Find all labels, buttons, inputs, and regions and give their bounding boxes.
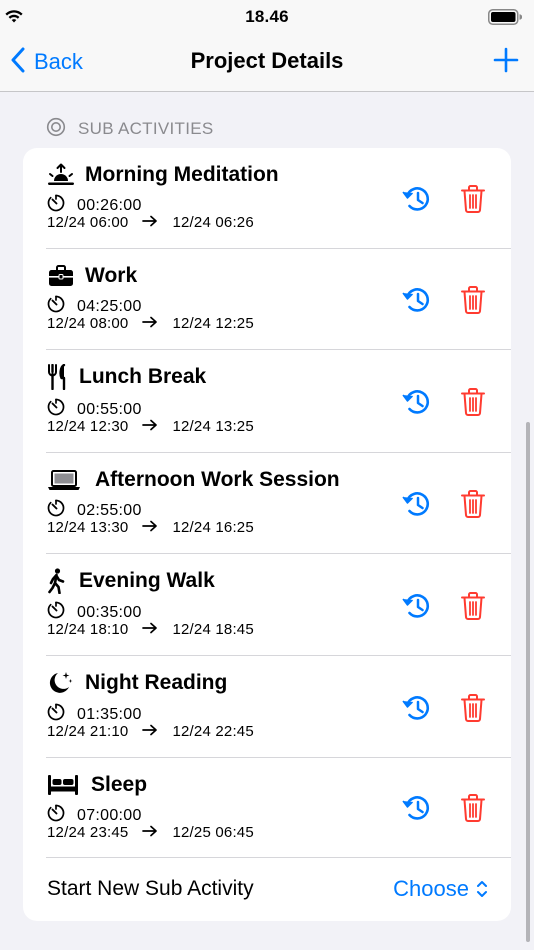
- plus-icon: [492, 47, 520, 78]
- section-title: SUB ACTIVITIES: [78, 119, 214, 138]
- battery-icon: [488, 9, 523, 30]
- clock-history-icon: [402, 390, 430, 414]
- activity-name: Morning Meditation: [85, 163, 279, 186]
- choose-picker[interactable]: Choose: [393, 876, 489, 902]
- moon-stars-icon: [47, 670, 77, 696]
- clock-history-icon: [402, 187, 430, 211]
- activity-duration: 02:55:00: [77, 501, 142, 519]
- activity-duration: 07:00:00: [77, 806, 142, 824]
- trash-icon: [461, 490, 485, 518]
- end-time: 12/24 22:45: [172, 723, 254, 740]
- activity-name: Work: [85, 264, 138, 287]
- restart-history-button[interactable]: [401, 592, 431, 625]
- end-time: 12/24 18:45: [172, 621, 254, 638]
- end-time: 12/24 12:25: [172, 315, 254, 332]
- sunrise-icon: [47, 162, 77, 188]
- chevron-up-down-icon: [477, 881, 487, 897]
- delete-button[interactable]: [460, 793, 486, 828]
- status-bar: 18.46: [0, 0, 534, 34]
- laptop-icon: [47, 467, 83, 493]
- activity-duration: 00:35:00: [77, 603, 142, 621]
- restart-history-button[interactable]: [401, 286, 431, 319]
- delete-button[interactable]: [460, 591, 486, 626]
- sub-activities-list: Morning Meditation 00:26:00 12/24 06:00 …: [23, 148, 511, 921]
- end-time: 12/24 16:25: [172, 519, 254, 536]
- delete-button[interactable]: [460, 184, 486, 219]
- end-time: 12/24 06:26: [172, 214, 254, 231]
- list-item: Work 04:25:00 12/24 08:00 12/24 12:25: [23, 249, 511, 350]
- arrow-right-icon: [142, 824, 158, 841]
- activity-duration: 04:25:00: [77, 297, 142, 315]
- arrow-right-icon: [142, 723, 158, 740]
- add-button[interactable]: [492, 46, 520, 79]
- start-time: 12/24 23:45: [47, 824, 129, 841]
- navigation-bar: Back Project Details: [0, 34, 534, 92]
- trash-icon: [461, 185, 485, 213]
- delete-button[interactable]: [460, 693, 486, 728]
- clock-history-icon: [402, 594, 430, 618]
- clock-history-icon: [402, 492, 430, 516]
- delete-button[interactable]: [460, 285, 486, 320]
- start-time: 12/24 06:00: [47, 214, 129, 231]
- target-circle-icon: [46, 117, 66, 142]
- list-item: Night Reading 01:35:00 12/24 21:10 12/24…: [23, 656, 511, 758]
- arrow-right-icon: [142, 418, 158, 435]
- list-item: Lunch Break 00:55:00 12/24 12:30 12/24 1…: [23, 350, 511, 453]
- trash-icon: [461, 694, 485, 722]
- scroll-indicator[interactable]: [526, 422, 530, 942]
- bed-icon: [47, 772, 81, 798]
- activity-duration: 00:55:00: [77, 400, 142, 418]
- restart-history-button[interactable]: [401, 185, 431, 218]
- start-new-sub-activity-label: Start New Sub Activity: [47, 877, 254, 900]
- arrow-right-icon: [142, 621, 158, 638]
- start-time: 12/24 21:10: [47, 723, 129, 740]
- walking-person-icon: [47, 568, 69, 594]
- activity-name: Afternoon Work Session: [95, 468, 340, 491]
- activity-name: Lunch Break: [79, 365, 207, 388]
- fork-knife-icon: [47, 364, 77, 390]
- restart-history-button[interactable]: [401, 388, 431, 421]
- activity-name: Sleep: [91, 773, 148, 796]
- restart-history-button[interactable]: [401, 490, 431, 523]
- clock-history-icon: [402, 696, 430, 720]
- start-time: 12/24 08:00: [47, 315, 129, 332]
- list-item: Morning Meditation 00:26:00 12/24 06:00 …: [23, 148, 511, 249]
- delete-button[interactable]: [460, 489, 486, 524]
- clock-history-icon: [402, 796, 430, 820]
- section-header: SUB ACTIVITIES: [46, 117, 214, 141]
- page-title: Project Details: [190, 48, 344, 73]
- delete-button[interactable]: [460, 387, 486, 422]
- trash-icon: [461, 388, 485, 416]
- end-time: 12/24 13:25: [172, 418, 254, 435]
- trash-icon: [461, 286, 485, 314]
- activity-name: Night Reading: [85, 671, 228, 694]
- activity-duration: 00:26:00: [77, 196, 142, 214]
- trash-icon: [461, 794, 485, 822]
- start-time: 12/24 18:10: [47, 621, 129, 638]
- restart-history-button[interactable]: [401, 794, 431, 827]
- start-new-sub-activity-row[interactable]: Start New Sub Activity Choose: [23, 858, 511, 921]
- restart-history-button[interactable]: [401, 694, 431, 727]
- start-time: 12/24 12:30: [47, 418, 129, 435]
- list-item: Afternoon Work Session 02:55:00 12/24 13…: [23, 453, 511, 554]
- briefcase-icon: [47, 263, 77, 289]
- arrow-right-icon: [142, 214, 158, 231]
- list-item: Sleep 07:00:00 12/24 23:45 12/25 06:45: [23, 758, 511, 858]
- status-time: 18.46: [245, 7, 289, 26]
- clock-history-icon: [402, 288, 430, 312]
- list-item: Evening Walk 00:35:00 12/24 18:10 12/24 …: [23, 554, 511, 656]
- arrow-right-icon: [142, 315, 158, 332]
- choose-value: Choose: [393, 876, 469, 901]
- arrow-right-icon: [142, 519, 158, 536]
- trash-icon: [461, 592, 485, 620]
- activity-duration: 01:35:00: [77, 705, 142, 723]
- start-time: 12/24 13:30: [47, 519, 129, 536]
- activity-name: Evening Walk: [79, 569, 215, 592]
- end-time: 12/25 06:45: [172, 824, 254, 841]
